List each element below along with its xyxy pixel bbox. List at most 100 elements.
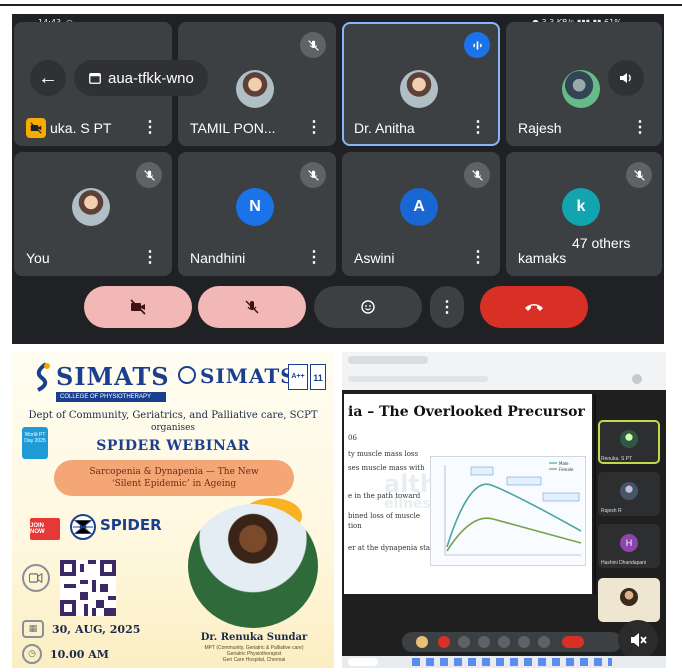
spider-logo-icon — [70, 514, 96, 540]
bookmarks-bar — [348, 376, 488, 382]
simats-seal-icon — [178, 366, 196, 384]
event-time-row: ◷ 10.00 AM — [22, 644, 109, 664]
end-call-button[interactable] — [480, 286, 588, 328]
others-count-pill[interactable]: 47 others — [564, 230, 639, 256]
participant-avatar: k — [562, 188, 600, 226]
mic-off-icon — [626, 162, 652, 188]
participant-options-icon[interactable]: ⋮ — [306, 120, 322, 136]
participant-name: Nandhini — [190, 250, 246, 266]
top-border — [0, 4, 682, 6]
slide-bullet: tion — [348, 522, 362, 530]
webinar-topic-banner: Sarcopenia & Dynapenia — The New ‘Silent… — [54, 460, 294, 496]
slide-bullet: er at the dynapenia stage — [348, 544, 439, 552]
slide-bullet: ty muscle mass loss — [348, 450, 419, 458]
participant-name: Rajesh — [518, 120, 562, 136]
participant-avatar — [236, 70, 274, 108]
participant-options-icon[interactable]: ⋮ — [632, 120, 648, 136]
meeting-code-pill[interactable]: aua-tfkk-wno — [74, 60, 208, 96]
speaker-volume-icon[interactable] — [608, 60, 644, 96]
more-options-button[interactable]: ⋮ — [430, 286, 464, 328]
college-of-physiotherapy-label: COLLEGE OF PHYSIOTHERAPY — [56, 392, 166, 402]
participant-avatar — [620, 588, 638, 606]
calendar-icon: ▦ — [22, 620, 44, 638]
camera-off-icon[interactable] — [438, 636, 450, 648]
present-icon[interactable] — [498, 636, 510, 648]
mic-off-icon — [464, 162, 490, 188]
ranking-badge: 11 — [310, 364, 326, 390]
camera-off-icon — [130, 299, 146, 315]
participant-options-icon[interactable]: ⋮ — [470, 250, 486, 266]
participant-avatar: H — [620, 534, 638, 552]
divider — [594, 394, 596, 594]
meet-call-panel: 14:43 ○ ● 3.3 KB/s ▮▮▮ ▮▮ 61% uka. S PT … — [12, 14, 664, 344]
organises-line: organises — [150, 423, 196, 433]
mic-toggle-button[interactable] — [198, 286, 306, 328]
side-participant-tile[interactable] — [598, 578, 660, 622]
speaking-indicator-icon — [464, 32, 490, 58]
event-date-row: ▦ 30, AUG, 2025 — [22, 620, 140, 638]
side-participant-tile[interactable]: Rajesh R — [598, 472, 660, 516]
clock-icon: ◷ — [22, 644, 42, 664]
legend-male: Male — [559, 461, 569, 466]
more-options-icon[interactable] — [538, 636, 550, 648]
raise-hand-icon[interactable] — [518, 636, 530, 648]
screenshot-canvas: 14:43 ○ ● 3.3 KB/s ▮▮▮ ▮▮ 61% uka. S PT … — [0, 0, 682, 672]
simats-logo-icon — [32, 362, 52, 392]
naac-grade-badge: A++ — [288, 364, 308, 390]
topic-line-2: ‘Silent Epidemic’ in Ageing — [111, 479, 237, 489]
back-arrow-icon[interactable]: ← — [30, 60, 66, 96]
brand-simats-left: SIMATS — [56, 362, 170, 391]
spider-wordmark: SPIDER — [100, 516, 162, 534]
muscle-strength-chart: Male Female — [430, 456, 586, 566]
camera-off-icon — [26, 118, 46, 138]
legend-female: Female — [559, 467, 574, 472]
participant-options-icon[interactable]: ⋮ — [142, 120, 158, 136]
mic-off-icon — [300, 162, 326, 188]
participant-options-icon[interactable]: ⋮ — [142, 250, 158, 266]
camera-toggle-button[interactable] — [84, 286, 192, 328]
participant-name: Aswini — [354, 250, 395, 266]
captions-icon[interactable] — [458, 636, 470, 648]
participant-options-icon[interactable]: ⋮ — [470, 120, 486, 136]
slide-bullet: bined loss of muscle — [348, 512, 421, 520]
participant-tile-8[interactable]: k kamaks — [506, 152, 662, 276]
participant-tile-5[interactable]: You ⋮ — [14, 152, 172, 276]
address-bar[interactable] — [348, 356, 428, 364]
mute-speaker-icon[interactable] — [618, 620, 658, 660]
participant-name: kamaks — [518, 250, 567, 266]
participant-avatar — [400, 70, 438, 108]
participant-tile-7[interactable]: A Aswini ⋮ — [342, 152, 500, 276]
end-call-icon[interactable] — [562, 636, 584, 648]
profile-icon[interactable] — [632, 374, 642, 384]
slide-title: ia – The Overlooked Precursor — [348, 404, 585, 420]
browser-toolbar — [342, 352, 666, 390]
reactions-button[interactable] — [314, 286, 422, 328]
webinar-poster: SIMATS COLLEGE OF PHYSIOTHERAPY SIMATS A… — [12, 352, 334, 668]
registration-qr-code[interactable] — [60, 560, 116, 616]
participant-avatar: A — [400, 188, 438, 226]
self-view-icon[interactable] — [416, 636, 428, 648]
participant-avatar — [562, 70, 600, 108]
mic-off-icon — [245, 300, 259, 314]
windows-taskbar — [342, 656, 666, 668]
participant-avatar — [620, 430, 638, 448]
side-participant-tile[interactable]: H Hashini Dhandapani — [598, 524, 660, 568]
speaker-credentials: MPT (Community, Geriatric & Palliative c… — [188, 645, 320, 663]
slide-bullet: 06 — [348, 434, 357, 442]
participant-avatar — [620, 482, 638, 500]
participant-name: Dr. Anitha — [354, 120, 415, 136]
hang-up-icon — [525, 304, 543, 311]
brand-simats-right: SIMATS — [200, 364, 296, 388]
join-now-badge: JOIN NOW — [30, 518, 60, 540]
participant-tile-3[interactable]: Dr. Anitha ⋮ — [342, 22, 500, 146]
participant-tile-6[interactable]: N Nandhini ⋮ — [178, 152, 336, 276]
side-participant-name: Renuka. S PT — [601, 456, 633, 462]
side-participant-name: Hashini Dhandapani — [601, 560, 647, 566]
side-participant-tile[interactable]: Renuka. S PT — [598, 420, 660, 464]
topic-line-1: Sarcopenia & Dynapenia — The New — [89, 467, 259, 477]
taskbar-app-icons[interactable] — [412, 658, 612, 666]
participant-options-icon[interactable]: ⋮ — [306, 250, 322, 266]
emoji-icon[interactable] — [478, 636, 490, 648]
taskbar-search[interactable] — [348, 658, 378, 666]
participant-name: TAMIL PON... — [190, 120, 276, 136]
